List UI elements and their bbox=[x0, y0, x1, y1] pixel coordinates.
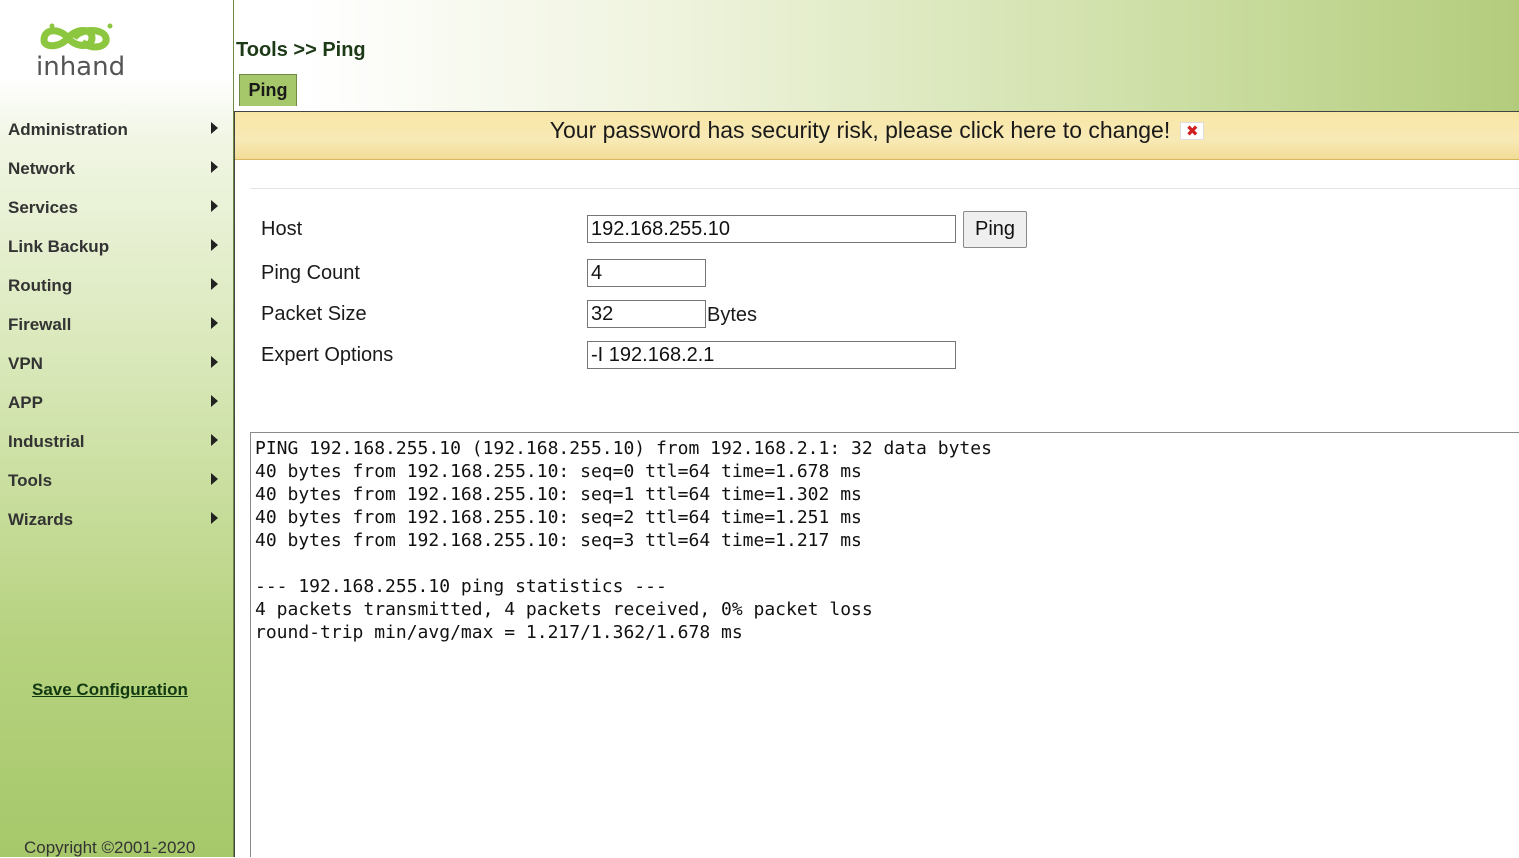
breadcrumb: Tools >> Ping bbox=[236, 39, 366, 61]
sidebar-item-wizards[interactable]: Wizards bbox=[0, 500, 234, 539]
packet-size-input[interactable] bbox=[587, 300, 706, 328]
copyright-text: Copyright ©2001-2020 bbox=[24, 838, 196, 857]
sidebar-item-label: Industrial bbox=[8, 431, 85, 451]
tab-ping[interactable]: Ping bbox=[239, 74, 297, 106]
sidebar: inhand Administration Network Services L… bbox=[0, 0, 234, 857]
ping-count-label: Ping Count bbox=[261, 262, 360, 284]
chevron-right-icon bbox=[211, 199, 218, 212]
sidebar-menu: Administration Network Services Link Bac… bbox=[0, 110, 234, 539]
ping-output-textarea[interactable]: PING 192.168.255.10 (192.168.255.10) fro… bbox=[250, 432, 1519, 857]
svg-text:inhand: inhand bbox=[36, 52, 124, 82]
sidebar-item-label: Routing bbox=[8, 275, 73, 295]
chevron-right-icon bbox=[211, 433, 218, 446]
sidebar-item-firewall[interactable]: Firewall bbox=[0, 305, 234, 344]
chevron-right-icon bbox=[211, 121, 218, 134]
sidebar-item-label: Tools bbox=[8, 470, 53, 490]
sidebar-item-label: APP bbox=[8, 392, 43, 412]
sidebar-item-label: Administration bbox=[8, 119, 128, 139]
sidebar-item-link-backup[interactable]: Link Backup bbox=[0, 227, 234, 266]
chevron-right-icon bbox=[211, 394, 218, 407]
packet-size-label: Packet Size bbox=[261, 303, 367, 325]
sidebar-item-label: Services bbox=[8, 197, 78, 217]
password-warning-link[interactable]: Your password has security risk, please … bbox=[550, 117, 1170, 144]
chevron-right-icon bbox=[211, 238, 218, 251]
sidebar-item-tools[interactable]: Tools bbox=[0, 461, 234, 500]
password-warning-bar: Your password has security risk, please … bbox=[235, 112, 1519, 160]
sidebar-item-label: Link Backup bbox=[8, 236, 110, 256]
sidebar-item-label: VPN bbox=[8, 353, 43, 373]
host-input[interactable] bbox=[587, 215, 956, 243]
divider bbox=[250, 188, 1519, 189]
sidebar-item-app[interactable]: APP bbox=[0, 383, 234, 422]
chevron-right-icon bbox=[211, 316, 218, 329]
host-label: Host bbox=[261, 218, 303, 240]
chevron-right-icon bbox=[211, 355, 218, 368]
save-configuration-link[interactable]: Save Configuration bbox=[32, 680, 188, 700]
sidebar-item-services[interactable]: Services bbox=[0, 188, 234, 227]
inhand-logo: inhand bbox=[34, 20, 125, 88]
ping-count-input[interactable] bbox=[587, 259, 706, 287]
chevron-right-icon bbox=[211, 277, 218, 290]
sidebar-item-label: Network bbox=[8, 158, 76, 178]
chevron-right-icon bbox=[211, 472, 218, 485]
expert-options-label: Expert Options bbox=[261, 344, 394, 366]
sidebar-item-industrial[interactable]: Industrial bbox=[0, 422, 234, 461]
sidebar-item-administration[interactable]: Administration bbox=[0, 110, 234, 149]
ping-button[interactable]: Ping bbox=[963, 211, 1027, 248]
chevron-right-icon bbox=[211, 160, 218, 173]
sidebar-item-network[interactable]: Network bbox=[0, 149, 234, 188]
chevron-right-icon bbox=[211, 511, 218, 524]
sidebar-item-vpn[interactable]: VPN bbox=[0, 344, 234, 383]
sidebar-item-label: Wizards bbox=[8, 509, 74, 529]
sidebar-item-routing[interactable]: Routing bbox=[0, 266, 234, 305]
expert-options-input[interactable] bbox=[587, 341, 956, 369]
packet-size-unit: Bytes bbox=[707, 304, 758, 326]
close-icon[interactable]: ✖ bbox=[1180, 122, 1205, 140]
sidebar-item-label: Firewall bbox=[8, 314, 72, 334]
